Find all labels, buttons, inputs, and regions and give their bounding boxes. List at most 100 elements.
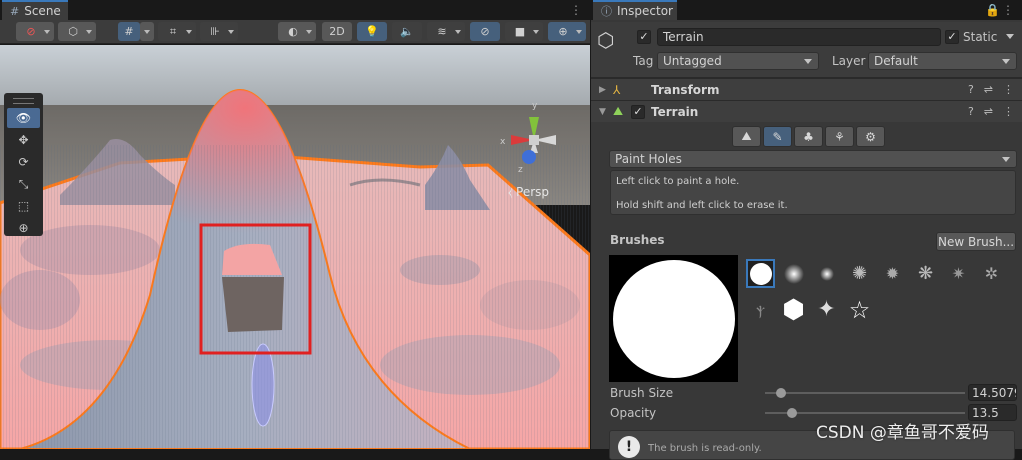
transform-header-actions: ? ⇌ ⋮ — [968, 83, 1014, 96]
gear-icon: ⚙ — [865, 129, 876, 144]
scene-more-icon[interactable]: ⋮ — [570, 3, 582, 17]
opacity-label: Opacity — [610, 406, 657, 420]
brush-noise-4[interactable]: ✷ — [944, 259, 973, 288]
brush-star-outline[interactable]: ☆ — [845, 295, 874, 324]
tool-palette-grip[interactable] — [13, 98, 34, 104]
help-icon[interactable]: ? — [968, 105, 974, 118]
eye-slash-icon: ⊘ — [480, 25, 490, 38]
brush-noise-2[interactable]: ✹ — [878, 259, 907, 288]
paint-brush-icon: ✎ — [772, 129, 783, 144]
circle-brush-icon — [749, 262, 772, 285]
move-tool-button[interactable]: ✥ — [7, 130, 40, 150]
exclamation-icon: ! — [618, 436, 640, 458]
inspector-window: ⓘ Inspector 🔒 ⋮ ⬡ ✓ Terrain ✓ Static Tag… — [591, 0, 1022, 460]
brush-size-slider-knob[interactable] — [776, 388, 786, 398]
object-name-field[interactable]: Terrain — [657, 28, 941, 46]
lighting-toggle-button[interactable]: 💡 — [357, 22, 387, 41]
grid-button[interactable]: ⌗ — [158, 22, 196, 41]
active-checkbox[interactable]: ✓ — [637, 30, 651, 44]
scene-viewport[interactable]: 👁 ✥ ⟳ ⤡ ⬚ ⊕ y x z ⧼ Persp — [0, 45, 590, 449]
presets-icon[interactable]: ⇌ — [984, 83, 993, 96]
scene-tab-bar: # Scene ⋮ — [0, 0, 590, 20]
terrain-enabled-checkbox[interactable]: ✓ — [631, 105, 645, 119]
brush-hexagon[interactable]: ⬢ — [779, 294, 808, 325]
audio-toggle-button[interactable]: 🔈 — [392, 22, 422, 41]
static-dropdown[interactable] — [1006, 28, 1020, 46]
context-menu-icon[interactable]: ⋮ — [1003, 105, 1014, 118]
tree-icon: ♣ — [803, 129, 814, 144]
create-neighbor-button[interactable]: ⛰ — [732, 126, 761, 147]
view-tool-button[interactable]: 👁 — [7, 108, 40, 128]
paint-terrain-button[interactable]: ✎ — [763, 126, 792, 147]
brush-noise-5[interactable]: ✲ — [977, 259, 1006, 288]
grass-brush-icon: ⲯ — [756, 299, 765, 319]
shading-mode-button[interactable]: ◐ — [278, 22, 316, 41]
perspective-arrow-icon: ⧼ — [508, 185, 513, 199]
terrain-fold-icon[interactable]: ▼ — [599, 107, 606, 117]
camera-button[interactable]: ■ — [505, 22, 543, 41]
tab-scene[interactable]: # Scene — [2, 0, 68, 20]
speaker-mute-icon: 🔈 — [400, 25, 414, 38]
brush-soft-small[interactable] — [812, 259, 841, 288]
brush-hard-circle[interactable] — [746, 259, 775, 288]
draw-mode-button[interactable]: ⊘ — [16, 22, 54, 41]
brush-size-field[interactable]: 14.5079 — [968, 384, 1017, 401]
orientation-gizmo[interactable]: y x z — [496, 95, 590, 183]
help-line-2: Hold shift and left click to erase it. — [616, 200, 788, 211]
brush-star-soft[interactable]: ✦ — [812, 295, 841, 324]
lock-icon[interactable]: 🔒 — [985, 3, 1000, 17]
snap-button[interactable]: # — [118, 22, 140, 41]
terrain-settings-button[interactable]: ⚙ — [856, 126, 885, 147]
help-icon[interactable]: ? — [968, 83, 974, 96]
gizmo-x-label: x — [500, 137, 506, 147]
layer-dropdown[interactable]: Default — [868, 52, 1017, 70]
grid-snap-icon: # — [124, 25, 134, 38]
star-outline-brush-icon: ☆ — [848, 295, 871, 324]
brush-noise-1[interactable]: ✺ — [845, 259, 874, 288]
ring-brush-icon: ✲ — [984, 264, 999, 283]
orientation-button[interactable]: ⬡ — [58, 22, 96, 41]
brush-size-slider[interactable] — [765, 388, 965, 398]
transform-tool-button[interactable]: ⊕ — [7, 218, 40, 238]
watermark: CSDN @章鱼哥不爱码 — [816, 423, 989, 443]
opacity-slider[interactable] — [765, 408, 965, 418]
shading-sphere-icon: ◐ — [288, 25, 298, 38]
scene-window: # Scene ⋮ ⊘ ⬡ # ⌗ ⊪ ◐ 2D 💡 🔈 ≋ ⊘ ■ ⊕ 👁 ✥… — [0, 0, 590, 449]
terrain-component-header[interactable]: ▼ ⛰ ✓ Terrain ? ⇌ ⋮ — [591, 100, 1022, 122]
brush-soft-large[interactable] — [779, 259, 808, 288]
brush-grass[interactable]: ⲯ — [746, 295, 775, 324]
paint-trees-button[interactable]: ♣ — [794, 126, 823, 147]
2d-toggle-button[interactable]: 2D — [322, 22, 352, 41]
hexagon-brush-icon: ⬢ — [782, 294, 805, 325]
rect-tool-button[interactable]: ⬚ — [7, 196, 40, 216]
terrain-header-actions: ? ⇌ ⋮ — [968, 105, 1014, 118]
brush-noise-3[interactable]: ❋ — [911, 259, 940, 288]
tab-inspector-label: Inspector — [617, 4, 673, 18]
projection-toggle[interactable]: ⧼ Persp — [508, 185, 549, 200]
inspector-more-icon[interactable]: ⋮ — [1002, 3, 1014, 17]
snap-dropdown[interactable] — [140, 22, 154, 41]
effects-button[interactable]: ≋ — [427, 22, 465, 41]
hidden-objects-toggle[interactable]: ⊘ — [470, 22, 500, 41]
increment-snap-button[interactable]: ⊪ — [200, 22, 238, 41]
game-object-cube-icon: ⬡ — [597, 28, 615, 52]
scale-tool-button[interactable]: ⤡ — [7, 174, 40, 194]
context-menu-icon[interactable]: ⋮ — [1003, 83, 1014, 96]
transform-component-header[interactable]: ▶ ⅄ Transform ? ⇌ ⋮ — [591, 78, 1022, 100]
tag-dropdown[interactable]: Untagged — [657, 52, 819, 70]
rotate-tool-button[interactable]: ⟳ — [7, 152, 40, 172]
tool-palette: 👁 ✥ ⟳ ⤡ ⬚ ⊕ — [4, 93, 43, 236]
paint-tool-dropdown[interactable]: Paint Holes — [609, 150, 1017, 168]
static-checkbox[interactable]: ✓ — [945, 30, 959, 44]
transform-title: Transform — [651, 82, 720, 97]
inspector-tab-bar: ⓘ Inspector 🔒 ⋮ — [591, 0, 1022, 20]
tab-inspector[interactable]: ⓘ Inspector — [593, 0, 677, 20]
paint-details-button[interactable]: ⚘ — [825, 126, 854, 147]
tab-scene-label: Scene — [24, 4, 61, 18]
opacity-slider-knob[interactable] — [787, 408, 797, 418]
new-brush-button[interactable]: New Brush... — [936, 232, 1016, 251]
rock-brush-icon: ✷ — [951, 264, 966, 283]
presets-icon[interactable]: ⇌ — [984, 105, 993, 118]
gizmos-button[interactable]: ⊕ — [548, 22, 586, 41]
transform-fold-icon[interactable]: ▶ — [599, 85, 606, 95]
